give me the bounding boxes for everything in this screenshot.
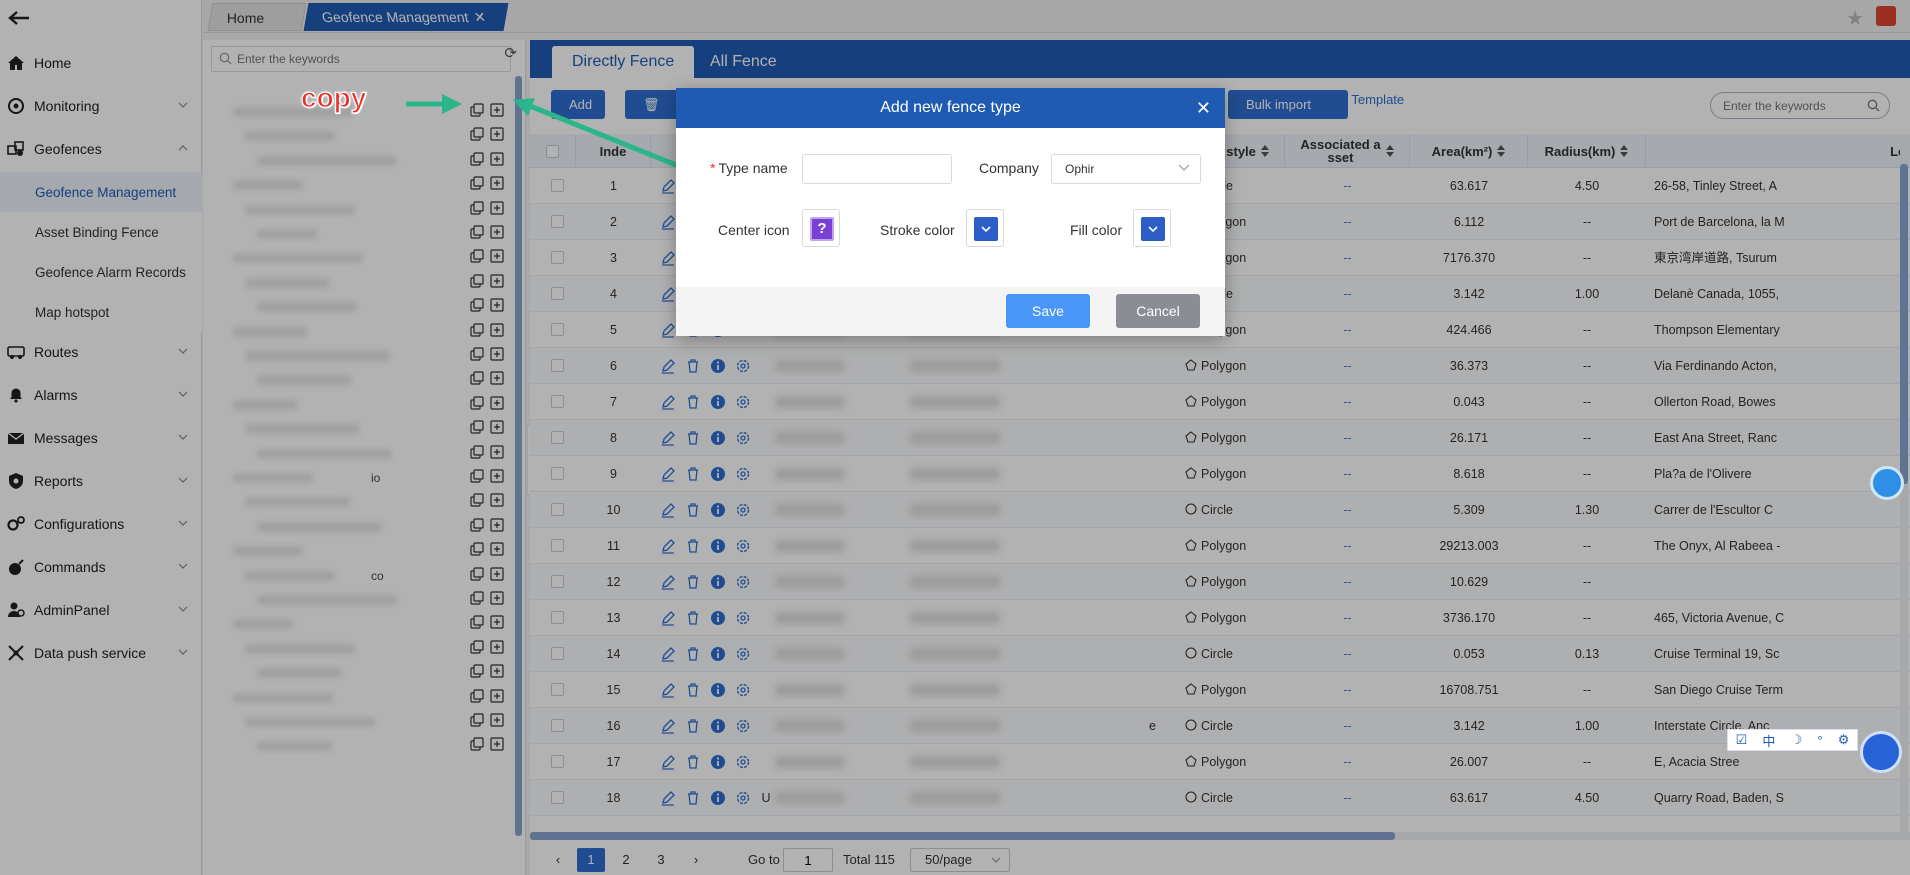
center-icon-label: Center icon <box>718 222 790 238</box>
company-value: Ophir <box>1065 162 1095 176</box>
chat-bot-icon[interactable] <box>1870 466 1904 500</box>
cancel-button[interactable]: Cancel <box>1116 294 1200 328</box>
ime-logo-icon[interactable] <box>1860 731 1902 773</box>
moon-icon[interactable]: ☽ <box>1791 732 1803 748</box>
center-icon-picker[interactable]: ? <box>802 209 840 247</box>
color-swatch <box>974 217 998 241</box>
dialog-title: Add new fence type <box>880 99 1021 116</box>
ime-char[interactable]: 中 <box>1762 731 1775 750</box>
checkbox-icon[interactable]: ☑ <box>1736 732 1748 748</box>
save-button[interactable]: Save <box>1006 294 1090 328</box>
dialog-footer: Save Cancel <box>676 287 1225 336</box>
required-mark: * <box>710 160 716 176</box>
type-name-label: * Type name <box>710 160 788 176</box>
gear-icon[interactable]: ⚙ <box>1838 732 1850 748</box>
question-icon: ? <box>810 217 834 241</box>
color-swatch <box>1141 217 1165 241</box>
fill-color-picker[interactable] <box>1133 209 1171 247</box>
type-name-input[interactable] <box>802 154 952 184</box>
company-label: Company <box>979 160 1039 176</box>
company-select[interactable]: Ophir <box>1051 154 1201 184</box>
copy-annotation-label: copy <box>300 81 367 113</box>
chevron-down-icon <box>1178 164 1190 171</box>
stroke-color-label: Stroke color <box>880 222 955 238</box>
punctuation-icon[interactable]: ° <box>1817 733 1822 748</box>
type-name-label-text: Type name <box>718 160 788 176</box>
dialog-header: Add new fence type ✕ <box>676 88 1225 128</box>
add-fence-type-dialog: Add new fence type ✕ * Type name Company … <box>676 88 1225 336</box>
chevron-down-icon <box>981 226 991 233</box>
close-dialog-icon[interactable]: ✕ <box>1196 98 1211 118</box>
chevron-down-icon <box>1148 226 1158 233</box>
stroke-color-picker[interactable] <box>966 209 1004 247</box>
ime-toolbar[interactable]: ☑ 中 ☽ ° ⚙ <box>1727 729 1858 751</box>
fill-color-label: Fill color <box>1070 222 1123 238</box>
